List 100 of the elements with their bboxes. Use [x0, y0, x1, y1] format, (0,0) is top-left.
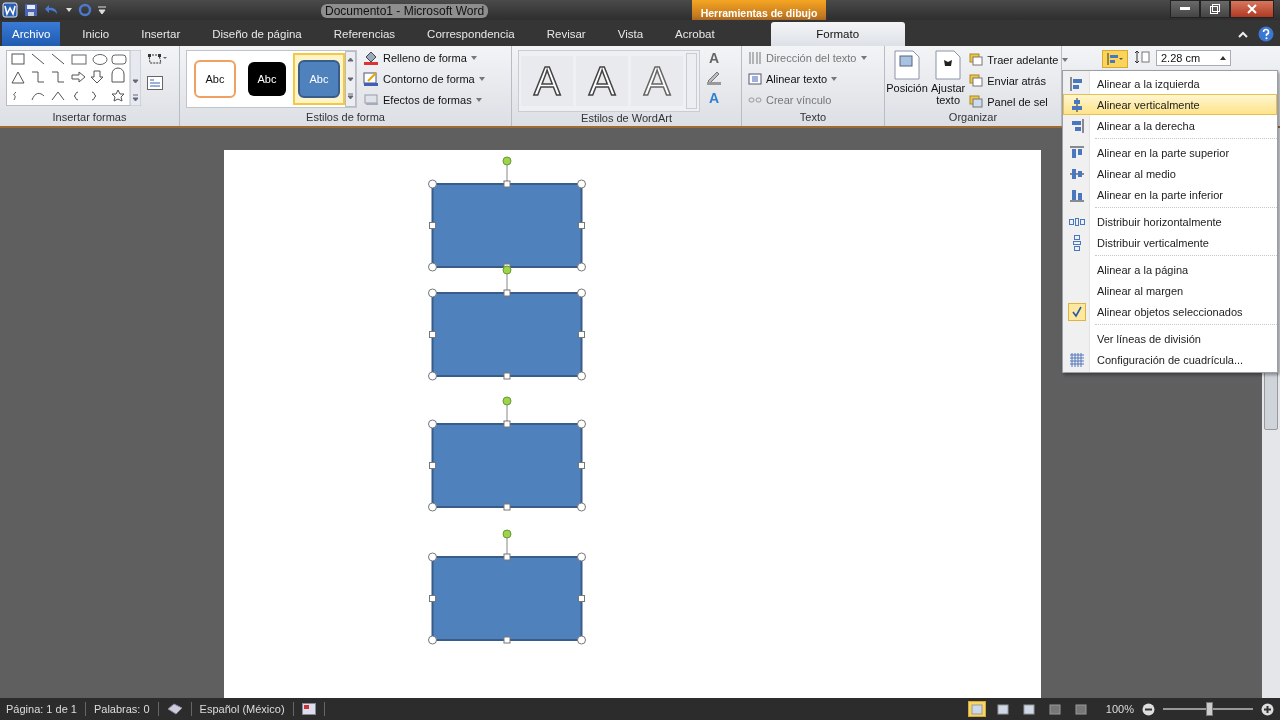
macro-icon[interactable] [301, 703, 316, 715]
large-ribbon-button[interactable]: Posición [887, 50, 927, 94]
wrap-text-icon [935, 50, 962, 80]
view-button[interactable] [967, 701, 986, 717]
word-logo-icon[interactable] [2, 2, 18, 18]
ribbon-tab[interactable]: Formato [770, 22, 905, 46]
dropdown-arrow-icon [470, 56, 477, 60]
menu-item[interactable]: Configuración de cuadrícula... [1063, 349, 1277, 370]
minimize-icon [1180, 7, 1190, 11]
restore-icon [1210, 4, 1220, 14]
collapse-ribbon-icon[interactable] [1238, 30, 1248, 38]
align-icon [1107, 53, 1123, 65]
height-field[interactable]: 2.28 cm [1156, 50, 1231, 66]
ribbon-command[interactable]: Alinear texto [748, 71, 838, 87]
minimize-button[interactable] [1170, 0, 1200, 18]
page-view-icon [1022, 703, 1035, 715]
window-title: Documento1 - Microsoft Word [321, 4, 489, 18]
language-indicator[interactable]: Español (México) [199, 703, 285, 715]
paint-bucket-icon [363, 51, 379, 65]
menu-item[interactable]: Ver líneas de división [1063, 328, 1277, 349]
ribbon-tab[interactable]: Inicio [66, 22, 126, 46]
menu-item[interactable]: Alinear verticalmente [1063, 94, 1277, 115]
ribbon-tab[interactable]: Referencias [317, 22, 412, 46]
ribbon-command[interactable]: Contorno de forma [363, 71, 485, 87]
dropdown-arrow-icon [478, 77, 485, 81]
file-tab[interactable]: Archivo [2, 22, 61, 46]
page-view-icon [970, 703, 983, 715]
close-button[interactable] [1230, 0, 1274, 18]
layers-icon [969, 74, 984, 88]
align-left-icon [1070, 76, 1084, 91]
zoom-slider-thumb[interactable] [1206, 702, 1213, 716]
grid-icon [1070, 352, 1084, 367]
group-label: Estilos de forma [305, 111, 386, 125]
dropdown-arrow-icon [831, 77, 838, 81]
ribbon-command[interactable]: Efectos de formas [363, 92, 485, 108]
menu-item[interactable]: Alinear a la página [1063, 259, 1277, 280]
large-ribbon-button[interactable]: Ajustar texto [931, 50, 966, 106]
menu-item[interactable]: Alinear objetos seleccionados [1063, 301, 1277, 322]
dropdown-arrow-icon [475, 98, 482, 102]
restore-button[interactable] [1200, 0, 1230, 18]
rectangle-shape[interactable] [428, 265, 586, 381]
group-label: Organizar [947, 111, 999, 125]
ribbon-command[interactable]: Traer adelante [969, 52, 1069, 68]
align-text-icon [748, 72, 762, 86]
page-count[interactable]: Página: 1 de 1 [6, 703, 77, 715]
proofing-icon[interactable] [166, 703, 183, 715]
rectangle-shape[interactable] [428, 396, 586, 512]
layers-icon [969, 53, 984, 67]
shape-gallery-drawing[interactable] [6, 50, 141, 106]
menu-item[interactable]: Alinear a la derecha [1063, 115, 1277, 136]
shadow-effect-icon [363, 93, 379, 107]
ribbon-command[interactable]: Relleno de forma [363, 50, 485, 66]
ribbon-tab[interactable]: Correspondencia [411, 22, 531, 46]
ribbon-tab[interactable]: Revisar [530, 22, 602, 46]
word-count[interactable]: Palabras: 0 [93, 703, 150, 715]
distribute-vertical-icon [1072, 234, 1082, 251]
menu-item[interactable]: Alinear al margen [1063, 280, 1277, 301]
group-label: Estilos de WordArt [580, 112, 673, 126]
close-icon [1247, 4, 1257, 14]
menu-item[interactable]: Alinear en la parte inferior [1063, 184, 1277, 205]
page-view-icon [1074, 703, 1087, 715]
group-label: Texto [798, 111, 828, 125]
layers-icon [969, 95, 984, 109]
menu-item[interactable]: Alinear en la parte superior [1063, 142, 1277, 163]
shape-style-swatch[interactable]: Abc [293, 53, 345, 105]
ribbon-tab[interactable]: Diseño de página [196, 22, 318, 46]
caret-icon[interactable] [66, 8, 72, 12]
customize-icon[interactable] [98, 6, 106, 14]
zoom-level[interactable]: 100% [1105, 703, 1134, 715]
text-fill-button[interactable]: A [708, 50, 720, 66]
edit-shape-icon[interactable] [147, 52, 167, 66]
group-label: Insertar formas [51, 111, 128, 125]
distribute-horizontal-icon [1069, 216, 1085, 227]
style-sample: Abc [248, 62, 286, 96]
align-top-icon [1070, 145, 1084, 160]
redo-icon[interactable] [78, 3, 92, 17]
style-sample: Abc [298, 60, 340, 98]
zoom-in-icon[interactable] [1261, 702, 1274, 716]
ribbon-tab[interactable]: Insertar [125, 22, 197, 46]
help-icon[interactable] [1258, 26, 1274, 42]
position-icon [894, 50, 920, 80]
rectangle-shape[interactable] [428, 529, 586, 645]
gallery-scroll-icon[interactable] [345, 51, 356, 107]
align-middle-icon [1070, 166, 1084, 181]
menu-item[interactable]: Distribuir verticalmente [1063, 232, 1277, 253]
text-direction-icon [748, 51, 762, 65]
text-outline-icon[interactable] [706, 71, 722, 85]
ribbon-command[interactable]: Enviar atrás [969, 73, 1069, 89]
text-box-icon[interactable] [147, 76, 163, 90]
align-button[interactable] [1102, 50, 1128, 68]
dropdown-arrow-icon [1062, 58, 1069, 62]
menu-item[interactable]: Alinear al medio [1063, 163, 1277, 184]
align-right-icon [1070, 118, 1084, 133]
page-view-icon [996, 703, 1009, 715]
rectangle-shape[interactable] [428, 156, 586, 272]
menu-item[interactable]: Distribuir horizontalmente [1063, 211, 1277, 232]
zoom-out-icon[interactable] [1142, 702, 1155, 716]
save-icon[interactable] [24, 3, 38, 17]
spin-up-icon[interactable] [1220, 56, 1226, 60]
ribbon-tab[interactable]: Vista [601, 22, 660, 46]
